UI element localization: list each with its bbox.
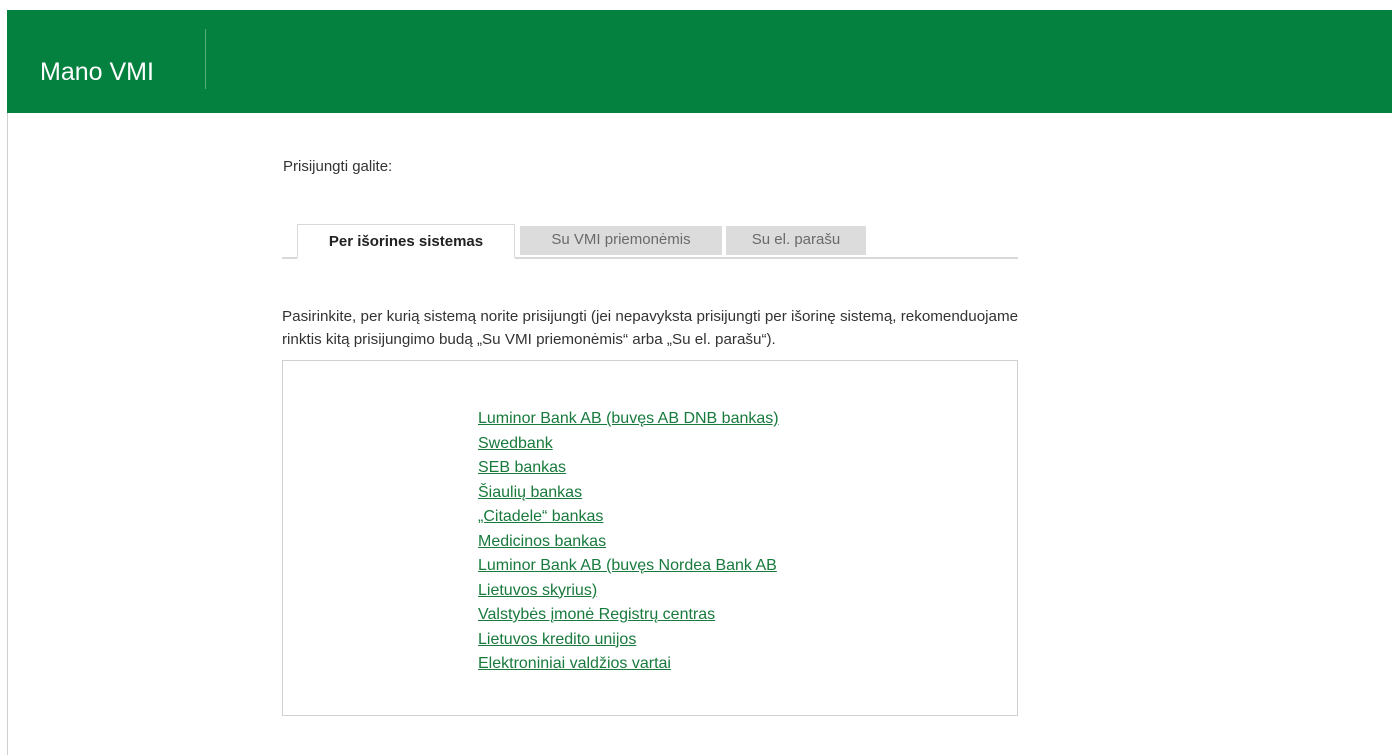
bank-link-siauliu[interactable]: Šiaulių bankas — [478, 484, 582, 501]
bank-link-seb[interactable]: SEB bankas — [478, 459, 566, 476]
bank-link-citadele[interactable]: „Citadele“ bankas — [478, 508, 603, 525]
list-item: Luminor Bank AB (buvęs AB DNB bankas) — [478, 407, 779, 432]
instruction-text: Pasirinkite, per kurią sistemą norite pr… — [282, 308, 1019, 348]
top-strip — [0, 0, 1392, 10]
bank-link-medicinos[interactable]: Medicinos bankas — [478, 533, 606, 550]
list-item: Valstybės įmonė Registrų centras — [478, 603, 779, 628]
left-border — [7, 113, 8, 755]
list-item: SEB bankas — [478, 456, 779, 481]
header-bar: Mano VMI — [7, 10, 1392, 113]
login-tabs: Per išorines sistemas Su VMI priemonėmis… — [282, 224, 1018, 259]
header-divider — [205, 29, 206, 89]
tab-vmi-means[interactable]: Su VMI priemonėmis — [520, 226, 722, 255]
site-title[interactable]: Mano VMI — [40, 58, 154, 87]
tab-external-systems[interactable]: Per išorines sistemas — [297, 224, 515, 259]
list-item: Lietuvos skyrius) — [478, 579, 779, 604]
bank-link-valdzios-vartai[interactable]: Elektroniniai valdžios vartai — [478, 655, 671, 672]
list-item: Šiaulių bankas — [478, 481, 779, 506]
bank-link-kredito-unijos[interactable]: Lietuvos kredito unijos — [478, 631, 636, 648]
bank-link-swedbank[interactable]: Swedbank — [478, 435, 553, 452]
list-item: Medicinos bankas — [478, 530, 779, 555]
list-item: „Citadele“ bankas — [478, 505, 779, 530]
list-item: Luminor Bank AB (buvęs Nordea Bank AB — [478, 554, 779, 579]
page: Mano VMI Prisijungti galite: Per išorine… — [0, 0, 1392, 755]
intro-text: Prisijungti galite: — [283, 158, 393, 175]
bank-link-luminor-nordea-cont[interactable]: Lietuvos skyrius) — [478, 582, 597, 599]
bank-link-luminor-nordea[interactable]: Luminor Bank AB (buvęs Nordea Bank AB — [478, 557, 777, 574]
bank-link-registru-centras[interactable]: Valstybės įmonė Registrų centras — [478, 606, 715, 623]
list-item: Lietuvos kredito unijos — [478, 628, 779, 653]
list-item: Elektroniniai valdžios vartai — [478, 652, 779, 677]
bank-link-luminor-dnb[interactable]: Luminor Bank AB (buvęs AB DNB bankas) — [478, 410, 779, 427]
bank-list-box: Luminor Bank AB (buvęs AB DNB bankas) Sw… — [282, 360, 1018, 716]
tab-e-signature[interactable]: Su el. parašu — [726, 226, 866, 255]
bank-list: Luminor Bank AB (buvęs AB DNB bankas) Sw… — [478, 407, 779, 677]
list-item: Swedbank — [478, 432, 779, 457]
